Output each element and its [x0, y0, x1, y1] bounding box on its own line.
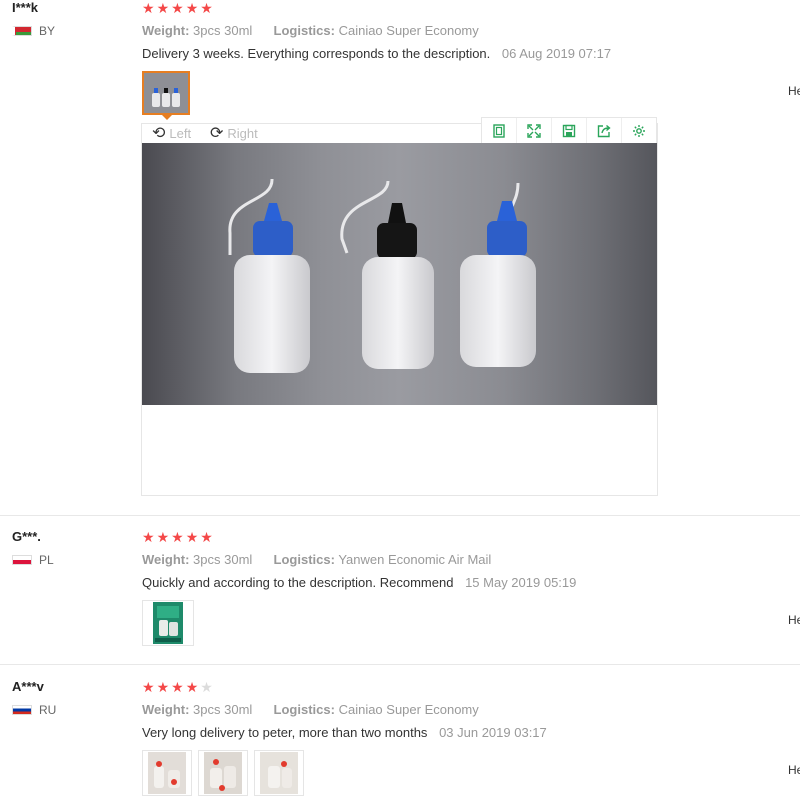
- logistics-value: Cainiao Super Economy: [338, 702, 479, 717]
- review-photo-thumbnail[interactable]: [142, 71, 190, 120]
- logistics-label: Logistics:: [273, 702, 335, 717]
- viewer-toolbar: ⟲ Left ⟳ Right: [142, 117, 657, 145]
- fit-icon[interactable]: [482, 118, 516, 144]
- review-photo-thumbnail[interactable]: [254, 750, 304, 796]
- comment-text: Delivery 3 weeks. Everything corresponds…: [142, 46, 491, 61]
- review-photo-thumbnail[interactable]: [198, 750, 248, 796]
- weight-label: Weight:: [142, 23, 190, 38]
- star-icon: ★: [171, 0, 184, 16]
- country-code: PL: [39, 553, 54, 567]
- review-attributes: Weight: 3pcs 30ml Logistics: Cainiao Sup…: [142, 23, 479, 38]
- star-icon: ★: [171, 529, 184, 545]
- helpful-button[interactable]: He: [788, 613, 800, 627]
- star-empty-icon: ★: [200, 679, 213, 695]
- helpful-button[interactable]: He: [788, 84, 800, 98]
- star-icon: ★: [200, 529, 213, 545]
- logistics-label: Logistics:: [273, 23, 335, 38]
- star-icon: ★: [156, 529, 170, 545]
- helpful-button[interactable]: He: [788, 763, 800, 777]
- rating-stars: ★ ★ ★ ★ ★: [142, 680, 213, 694]
- weight-label: Weight:: [142, 552, 190, 567]
- review-comment: Very long delivery to peter, more than t…: [142, 725, 547, 740]
- star-icon: ★: [142, 0, 155, 16]
- review-comment: Quickly and according to the description…: [142, 575, 576, 590]
- review-date: 15 May 2019 05:19: [465, 575, 577, 590]
- rotate-left-label: Left: [169, 126, 192, 141]
- weight-label: Weight:: [142, 702, 190, 717]
- rating-stars: ★ ★ ★ ★ ★: [142, 530, 213, 544]
- comment-text: Quickly and according to the description…: [142, 575, 454, 590]
- weight-value: 3pcs 30ml: [193, 702, 253, 717]
- reviewer-country: BY: [12, 24, 55, 38]
- reviewer-name: G***.: [12, 529, 41, 544]
- settings-icon[interactable]: [621, 118, 656, 144]
- rating-stars: ★ ★ ★ ★ ★: [142, 1, 213, 15]
- share-icon[interactable]: [586, 118, 621, 144]
- star-icon: ★: [156, 0, 170, 16]
- review-divider: [0, 515, 800, 516]
- flag-icon: [12, 705, 32, 715]
- reviewer-country: RU: [12, 703, 56, 717]
- reviewer-name: A***v: [12, 679, 44, 694]
- weight-value: 3pcs 30ml: [193, 552, 253, 567]
- review-photos: [142, 750, 304, 796]
- review-photo-large[interactable]: [142, 143, 657, 405]
- star-icon: ★: [200, 0, 213, 16]
- reviewer-country: PL: [12, 553, 54, 567]
- star-icon: ★: [156, 679, 170, 695]
- rotate-right-label: Right: [227, 126, 258, 141]
- review-date: 06 Aug 2019 07:17: [501, 46, 612, 61]
- review-photos: [142, 71, 190, 120]
- review-photo-thumbnail[interactable]: [142, 600, 194, 646]
- country-code: RU: [39, 703, 57, 717]
- rotate-right-button[interactable]: ⟳ Right: [210, 124, 258, 142]
- star-icon: ★: [185, 0, 199, 16]
- save-icon[interactable]: [551, 118, 586, 144]
- rotate-left-icon: ⟲: [152, 124, 166, 142]
- logistics-value: Yanwen Economic Air Mail: [338, 552, 492, 567]
- fullscreen-icon[interactable]: [516, 118, 551, 144]
- review-divider: [0, 664, 800, 665]
- star-icon: ★: [171, 679, 184, 695]
- viewer-tools: [481, 117, 657, 145]
- flag-icon: [12, 555, 32, 565]
- review-attributes: Weight: 3pcs 30ml Logistics: Cainiao Sup…: [142, 702, 479, 717]
- rotate-right-icon: ⟳: [210, 124, 224, 142]
- review-date: 03 Jun 2019 03:17: [439, 725, 547, 740]
- flag-icon: [12, 26, 32, 36]
- weight-value: 3pcs 30ml: [193, 23, 253, 38]
- country-code: BY: [39, 24, 56, 38]
- review-photos: [142, 600, 194, 646]
- review-attributes: Weight: 3pcs 30ml Logistics: Yanwen Econ…: [142, 552, 491, 567]
- logistics-label: Logistics:: [273, 552, 335, 567]
- comment-text: Very long delivery to peter, more than t…: [142, 725, 428, 740]
- star-icon: ★: [185, 529, 199, 545]
- reviewer-name: I***k: [12, 0, 39, 15]
- star-icon: ★: [185, 679, 199, 695]
- review-comment: Delivery 3 weeks. Everything corresponds…: [142, 46, 611, 61]
- star-icon: ★: [142, 529, 155, 545]
- logistics-value: Cainiao Super Economy: [338, 23, 479, 38]
- image-viewer: ⟲ Left ⟳ Right: [141, 117, 658, 496]
- star-icon: ★: [142, 679, 155, 695]
- rotate-left-button[interactable]: ⟲ Left: [152, 124, 192, 142]
- review-photo-thumbnail[interactable]: [142, 750, 192, 796]
